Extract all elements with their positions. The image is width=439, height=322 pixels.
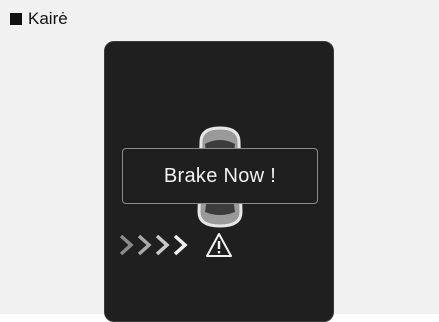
- section-heading: Kairė: [10, 8, 68, 30]
- approach-indicator: [119, 232, 233, 258]
- cluster-display: Brake Now !: [104, 41, 334, 322]
- chevron-arrows-icon: [119, 234, 188, 256]
- square-bullet-icon: [10, 13, 22, 25]
- warning-triangle-icon: [206, 233, 232, 257]
- heading-label: Kairė: [28, 9, 68, 28]
- brake-now-alert: Brake Now !: [122, 148, 318, 204]
- alert-text: Brake Now !: [163, 164, 277, 187]
- manual-figure: Kairė Brake Now !: [0, 0, 439, 322]
